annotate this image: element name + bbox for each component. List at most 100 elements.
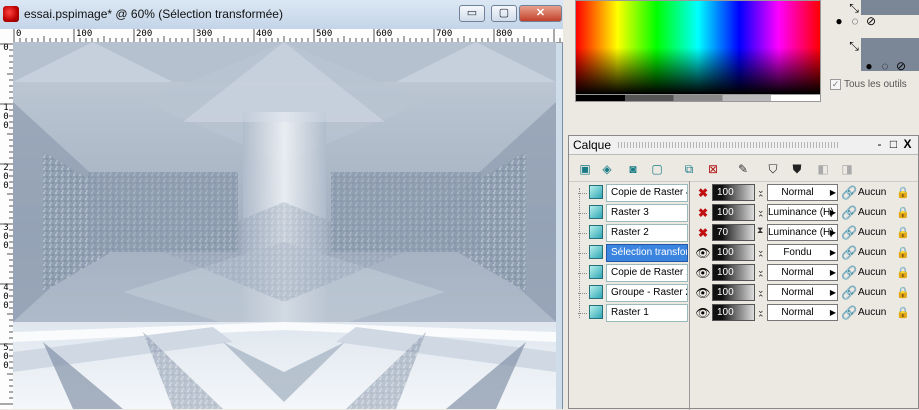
layer-name[interactable]: Raster 3 [606, 204, 688, 222]
edit-selection-icon[interactable]: ✎ [733, 159, 753, 179]
none-icon[interactable]: ⊘ [893, 58, 909, 74]
opacity-slider[interactable]: 100 [712, 304, 755, 321]
opacity-handle-icon[interactable]: ⌄ ⌃ [757, 286, 766, 303]
eye-icon[interactable]: 👁 [695, 265, 711, 281]
eye-icon[interactable]: 👁 [695, 245, 711, 261]
link-chain-icon[interactable]: 🔗 [841, 285, 857, 301]
link-chain-icon[interactable]: 🔗 [841, 265, 857, 281]
hidden-eye-icon[interactable]: ✖ [695, 185, 711, 201]
paintshop-document-icon[interactable] [3, 6, 19, 22]
opacity-handle-icon[interactable]: ⌄ ⌃ [757, 266, 766, 283]
ruler-label: 400 [256, 29, 273, 39]
link-chain-icon[interactable]: 🔗 [841, 245, 857, 261]
lock-icon[interactable]: 🔒 [896, 285, 910, 301]
raster-layer-icon [589, 305, 603, 319]
gradient-icon[interactable]: ◌ [847, 13, 863, 29]
opacity-slider[interactable]: 100 [712, 204, 755, 221]
hidden-eye-icon[interactable]: ✖ [695, 225, 711, 241]
lock-icon[interactable]: 🔒 [896, 205, 910, 221]
blend-mode-dropdown[interactable]: Fondu ▶ [767, 244, 838, 261]
eye-icon[interactable]: 👁 [695, 285, 711, 301]
color-spectrum[interactable] [575, 0, 821, 95]
dock-button[interactable]: - [873, 137, 886, 151]
lock-icon[interactable]: 🔒 [896, 245, 910, 261]
link-chain-icon[interactable]: 🔗 [841, 185, 857, 201]
layer-row[interactable]: Groupe - Raster 2 [578, 284, 688, 302]
layer-name[interactable]: Raster 1 [606, 304, 688, 322]
delete-layer-icon[interactable]: ⊠ [703, 159, 723, 179]
new-vector-layer-icon[interactable]: ◈ [597, 159, 617, 179]
gradient-icon[interactable]: ◌ [877, 58, 893, 74]
layer-row[interactable]: Raster 2 [578, 224, 688, 242]
opacity-handle-icon[interactable]: ⌄ ⌃ [757, 206, 766, 223]
layer-name[interactable]: Raster 2 [606, 224, 688, 242]
checkbox-icon[interactable]: ✓ [830, 79, 841, 90]
dropdown-arrow-icon: ▶ [829, 268, 836, 277]
layer-row[interactable]: Sélection transform [578, 244, 688, 262]
blend-mode-dropdown[interactable]: Normal ▶ [767, 284, 838, 301]
opacity-slider[interactable]: 100 [712, 244, 755, 261]
duplicate-layer-icon[interactable]: ⧉ [679, 159, 699, 179]
opacity-handle-icon[interactable]: ⌄ ⌃ [757, 306, 766, 323]
opacity-slider[interactable]: 70 [712, 224, 755, 241]
layer-name[interactable]: Sélection transform [606, 244, 688, 262]
new-raster-layer-icon[interactable]: ▣ [575, 159, 595, 179]
minimize-button[interactable]: ▭ [459, 5, 485, 22]
opacity-handle-icon[interactable]: ⧗ [757, 226, 766, 235]
blend-mode-dropdown[interactable]: Luminance (H) ▶ [767, 204, 838, 221]
blend-mode-label: Normal [781, 267, 814, 278]
opacity-handle-icon[interactable]: ⌄ ⌃ [757, 246, 766, 263]
layer-row[interactable]: Raster 3 [578, 204, 688, 222]
link-set-label: Aucun [858, 287, 887, 298]
palette-grip[interactable] [618, 142, 840, 148]
maximize-button[interactable]: ▢ [491, 5, 517, 22]
layer-row[interactable]: Copie de Raster 1 [578, 264, 688, 282]
document-window: essai.pspimage* @ 60% (Sélection transfo… [0, 0, 563, 409]
opacity-handle-icon[interactable]: ⌄ ⌃ [757, 186, 766, 203]
show-all-icon[interactable]: ⛉ [763, 159, 783, 179]
lock-icon[interactable]: 🔒 [896, 185, 910, 201]
layer-name[interactable]: Copie de Raster 1 [606, 264, 688, 282]
solid-icon[interactable]: ● [861, 58, 877, 74]
blend-mode-dropdown[interactable]: Normal ▶ [767, 264, 838, 281]
layer-row[interactable]: Raster 1 [578, 304, 688, 322]
raster-layer-icon [589, 185, 603, 199]
close-button[interactable]: ✕ [519, 5, 562, 22]
tree-branch [578, 273, 587, 274]
all-tools-checkbox[interactable]: ✓ Tous les outils [830, 79, 907, 90]
blend-mode-dropdown[interactable]: Normal ▶ [767, 304, 838, 321]
lock-icon[interactable]: 🔒 [896, 265, 910, 281]
layer-name[interactable]: Copie de Raster 4 [606, 184, 688, 202]
layer-row[interactable]: Copie de Raster 4 [578, 184, 688, 202]
link-chain-icon[interactable]: 🔗 [841, 205, 857, 221]
none-icon[interactable]: ⊘ [863, 13, 879, 29]
hide-all-icon[interactable]: ⛊ [787, 159, 807, 179]
blend-mode-dropdown[interactable]: Normal ▶ [767, 184, 838, 201]
layer-name[interactable]: Groupe - Raster 2 [606, 284, 688, 302]
background-style-icons: ● ◌ ⊘ [861, 58, 909, 74]
grayscale-strip[interactable] [575, 95, 821, 102]
raster-layer-icon [589, 205, 603, 219]
link-chain-icon[interactable]: 🔗 [841, 225, 857, 241]
opacity-slider[interactable]: 100 [712, 184, 755, 201]
document-title-bar[interactable]: essai.pspimage* @ 60% (Sélection transfo… [0, 0, 563, 30]
lock-icon[interactable]: 🔒 [896, 305, 910, 321]
opacity-slider[interactable]: 100 [712, 284, 755, 301]
eye-icon[interactable]: 👁 [695, 305, 711, 321]
new-adjustment-layer-icon[interactable]: ▢ [647, 159, 667, 179]
swap-colors-icon[interactable]: ⤡ [846, 38, 862, 54]
palette-splitter[interactable] [689, 181, 690, 410]
float-button[interactable]: □ [887, 137, 900, 151]
blend-mode-dropdown[interactable]: Luminance (H) ▶ [767, 224, 838, 241]
link-chain-icon[interactable]: 🔗 [841, 305, 857, 321]
close-palette-button[interactable]: X [901, 137, 914, 151]
layers-palette-title-bar[interactable]: Calque - □ X [569, 136, 918, 155]
dropdown-arrow-icon: ▶ [829, 188, 836, 197]
opacity-slider[interactable]: 100 [712, 264, 755, 281]
lock-icon[interactable]: 🔒 [896, 225, 910, 241]
solid-icon[interactable]: ● [831, 13, 847, 29]
image-canvas[interactable] [13, 42, 556, 409]
horizontal-ruler: 0 100 200 300 400 500 600 700 800 [0, 29, 563, 43]
new-mask-icon[interactable]: ◙ [623, 159, 643, 179]
hidden-eye-icon[interactable]: ✖ [695, 205, 711, 221]
